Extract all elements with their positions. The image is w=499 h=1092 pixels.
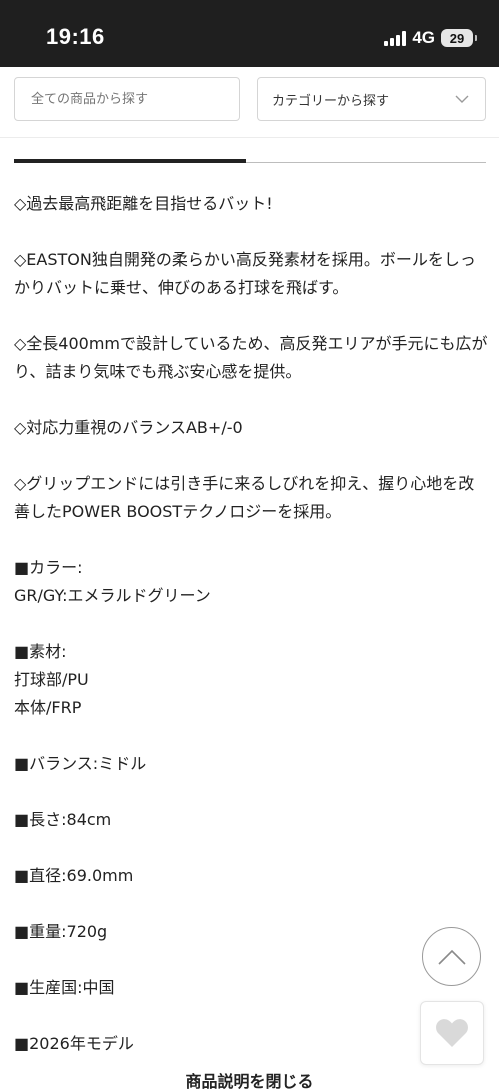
product-description: ◇過去最高飛距離を目指せるバット! ◇EASTON独自開発の柔らかい高反発素材を… [14,190,490,1086]
spec-material-value: 本体/FRP [14,698,82,717]
spec-origin: ■生産国:中国 [14,978,115,997]
spec-color-value: GR/GY:エメラルドグリーン [14,586,211,605]
category-select-label: カテゴリーから探す [272,93,390,109]
spec-length: ■長さ:84cm [14,810,112,829]
signal-icon [384,30,407,46]
search-input[interactable] [14,77,240,121]
heart-icon [436,1019,468,1047]
close-description-link[interactable]: 商品説明を閉じる [0,1068,499,1092]
status-bar: 19:16 4G 29 [0,0,499,67]
description-paragraph: ◇グリップエンドには引き手に来るしびれを抑え、握り心地を改善したPOWER BO… [14,474,475,521]
network-label: 4G [412,28,435,47]
description-paragraph: ◇対応力重視のバランスAB+/-0 [14,418,243,437]
status-time: 19:16 [46,24,105,49]
spec-weight: ■重量:720g [14,922,108,941]
search-row: カテゴリーから探す [0,67,499,138]
description-paragraph: ◇EASTON独自開発の柔らかい高反発素材を採用。ボールをしっかりバットに乗せ、… [14,250,476,297]
spec-material-label: ■素材: [14,642,67,661]
spec-diameter: ■直径:69.0mm [14,866,134,885]
status-indicators: 4G 29 [384,28,477,48]
scroll-to-top-button[interactable] [422,927,481,986]
spec-model-year: ■2026年モデル [14,1034,134,1053]
spec-material-value: 打球部/PU [14,670,89,689]
chevron-down-icon [455,95,469,103]
description-paragraph: ◇全長400mmで設計しているため、高反発エリアが手元にも広がり、詰まり気味でも… [14,334,488,381]
spec-material: ■素材: 打球部/PU 本体/FRP [14,638,490,722]
spec-balance: ■バランス:ミドル [14,754,147,773]
battery-icon: 29 [441,29,477,47]
category-select[interactable]: カテゴリーから探す [257,77,486,121]
spec-color: ■カラー: GR/GY:エメラルドグリーン [14,554,490,610]
spec-color-label: ■カラー: [14,558,83,577]
chevron-up-icon [437,949,466,965]
description-paragraph: ◇過去最高飛距離を目指せるバット! [14,194,273,213]
favorite-button[interactable] [420,1001,484,1065]
tab-active-indicator [14,159,246,163]
